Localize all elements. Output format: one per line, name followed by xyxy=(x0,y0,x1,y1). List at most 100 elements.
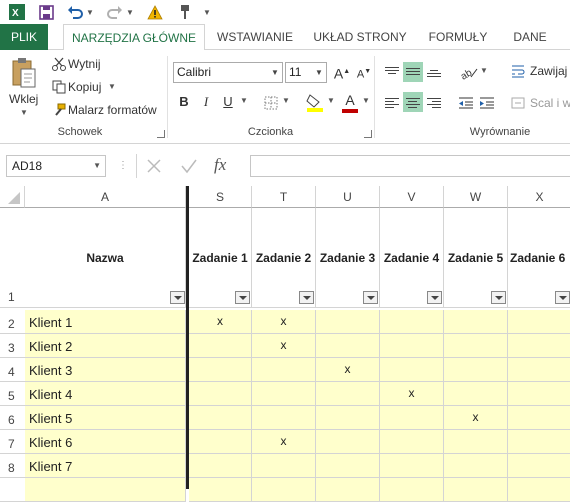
task-mark-cell[interactable] xyxy=(380,334,444,358)
task-mark-cell[interactable] xyxy=(316,382,380,406)
task-mark-cell[interactable] xyxy=(316,478,380,502)
task-mark-cell[interactable]: x xyxy=(380,382,444,406)
task-mark-cell[interactable] xyxy=(444,478,508,502)
undo-dropdown-icon[interactable]: ▼ xyxy=(86,2,94,22)
row-header[interactable]: 8 xyxy=(0,454,25,478)
wrap-text-icon[interactable] xyxy=(510,62,526,80)
task-mark-cell[interactable] xyxy=(508,454,570,478)
tab-file[interactable]: PLIK xyxy=(0,24,48,50)
copy-label[interactable]: Kopiuj xyxy=(68,80,101,94)
copy-dropdown-icon[interactable]: ▼ xyxy=(108,82,116,91)
row-header[interactable]: 7 xyxy=(0,430,25,454)
task-mark-cell[interactable] xyxy=(316,334,380,358)
row-header[interactable]: 6 xyxy=(0,406,25,430)
tab-data[interactable]: DANE xyxy=(504,24,556,50)
filter-dropdown-icon[interactable] xyxy=(299,291,314,304)
task-mark-cell[interactable] xyxy=(508,382,570,406)
task-mark-cell[interactable]: x xyxy=(316,358,380,382)
row-header[interactable]: 1 xyxy=(0,208,25,308)
task-mark-cell[interactable] xyxy=(444,382,508,406)
client-name-cell[interactable] xyxy=(25,478,186,502)
paste-icon[interactable] xyxy=(10,56,38,90)
paste-dropdown-icon[interactable]: ▼ xyxy=(20,108,28,117)
task-mark-cell[interactable] xyxy=(316,310,380,334)
client-name-cell[interactable]: Klient 2 xyxy=(25,334,186,358)
italic-button[interactable]: I xyxy=(196,92,216,112)
format-painter-icon[interactable] xyxy=(52,102,66,118)
row-header[interactable]: 4 xyxy=(0,358,25,382)
task-mark-cell[interactable] xyxy=(189,406,252,430)
redo-dropdown-icon[interactable]: ▼ xyxy=(126,2,134,22)
task-mark-cell[interactable] xyxy=(189,454,252,478)
font-color-dropdown-icon[interactable]: ▼ xyxy=(362,96,370,105)
drag-handle-icon[interactable]: ⋮ xyxy=(118,158,128,174)
row-header[interactable]: 3 xyxy=(0,334,25,358)
wrap-text-label[interactable]: Zawijaj xyxy=(530,64,567,78)
customize-qat-icon[interactable]: ▼ xyxy=(202,2,212,22)
decrease-indent-icon[interactable] xyxy=(457,94,475,112)
select-all-corner[interactable] xyxy=(0,186,25,208)
chevron-down-icon[interactable]: ▼ xyxy=(93,156,101,176)
column-header-u[interactable]: U xyxy=(316,186,380,208)
enter-icon[interactable] xyxy=(180,157,200,177)
grow-font-button[interactable]: A▲ xyxy=(332,62,352,82)
task-mark-cell[interactable]: x xyxy=(444,406,508,430)
align-center-button[interactable] xyxy=(403,92,423,112)
align-middle-button[interactable] xyxy=(403,62,423,82)
task-mark-cell[interactable] xyxy=(189,430,252,454)
name-box[interactable]: AD18 ▼ xyxy=(6,155,106,177)
task-mark-cell[interactable]: x xyxy=(252,334,316,358)
increase-indent-icon[interactable] xyxy=(478,94,496,112)
task-mark-cell[interactable] xyxy=(508,358,570,382)
header-cell-nazwa[interactable]: Nazwa xyxy=(25,208,186,308)
cut-label[interactable]: Wytnij xyxy=(68,57,101,71)
scissors-icon[interactable] xyxy=(52,56,66,72)
task-mark-cell[interactable]: x xyxy=(252,430,316,454)
client-name-cell[interactable]: Klient 7 xyxy=(25,454,186,478)
text-orientation-icon[interactable]: ab xyxy=(458,62,480,82)
chevron-down-icon[interactable]: ▼ xyxy=(268,63,282,82)
task-mark-cell[interactable] xyxy=(252,454,316,478)
column-header-t[interactable]: T xyxy=(252,186,316,208)
task-mark-cell[interactable] xyxy=(444,454,508,478)
align-left-button[interactable] xyxy=(382,92,402,112)
tab-formulas[interactable]: FORMUŁY xyxy=(420,24,496,50)
copy-icon[interactable] xyxy=(52,79,66,95)
undo-icon[interactable] xyxy=(66,2,84,22)
font-size-combo[interactable]: 11 ▼ xyxy=(285,62,327,83)
task-mark-cell[interactable] xyxy=(189,382,252,406)
task-mark-cell[interactable] xyxy=(508,430,570,454)
filter-dropdown-icon[interactable] xyxy=(170,291,185,304)
borders-dropdown-icon[interactable]: ▼ xyxy=(282,96,290,105)
merge-center-icon[interactable] xyxy=(510,94,526,112)
font-color-icon[interactable]: A xyxy=(340,92,360,114)
shrink-font-button[interactable]: A▼ xyxy=(354,62,374,82)
formula-input[interactable] xyxy=(250,155,570,177)
task-mark-cell[interactable] xyxy=(444,358,508,382)
filter-dropdown-icon[interactable] xyxy=(235,291,250,304)
task-mark-cell[interactable] xyxy=(189,478,252,502)
font-launcher-icon[interactable] xyxy=(364,130,372,138)
column-header-x[interactable]: X xyxy=(508,186,570,208)
task-mark-cell[interactable] xyxy=(508,406,570,430)
column-header-s[interactable]: S xyxy=(189,186,252,208)
clipboard-launcher-icon[interactable] xyxy=(157,130,165,138)
fill-color-dropdown-icon[interactable]: ▼ xyxy=(327,96,335,105)
tab-page-layout[interactable]: UKŁAD STRONY xyxy=(308,24,412,50)
save-icon[interactable] xyxy=(36,2,56,22)
underline-dropdown-icon[interactable]: ▼ xyxy=(240,96,248,105)
task-mark-cell[interactable] xyxy=(444,334,508,358)
insert-function-button[interactable]: fx xyxy=(214,153,244,177)
task-mark-cell[interactable]: x xyxy=(189,310,252,334)
client-name-cell[interactable]: Klient 3 xyxy=(25,358,186,382)
row-header[interactable]: 5 xyxy=(0,382,25,406)
task-mark-cell[interactable] xyxy=(316,430,380,454)
bold-button[interactable]: B xyxy=(174,92,194,112)
filter-dropdown-icon[interactable] xyxy=(427,291,442,304)
redo-icon[interactable] xyxy=(106,2,124,22)
font-name-combo[interactable]: Calibri ▼ xyxy=(173,62,283,83)
align-top-button[interactable] xyxy=(382,62,402,82)
task-mark-cell[interactable] xyxy=(252,478,316,502)
task-mark-cell[interactable] xyxy=(189,334,252,358)
task-mark-cell[interactable] xyxy=(252,358,316,382)
